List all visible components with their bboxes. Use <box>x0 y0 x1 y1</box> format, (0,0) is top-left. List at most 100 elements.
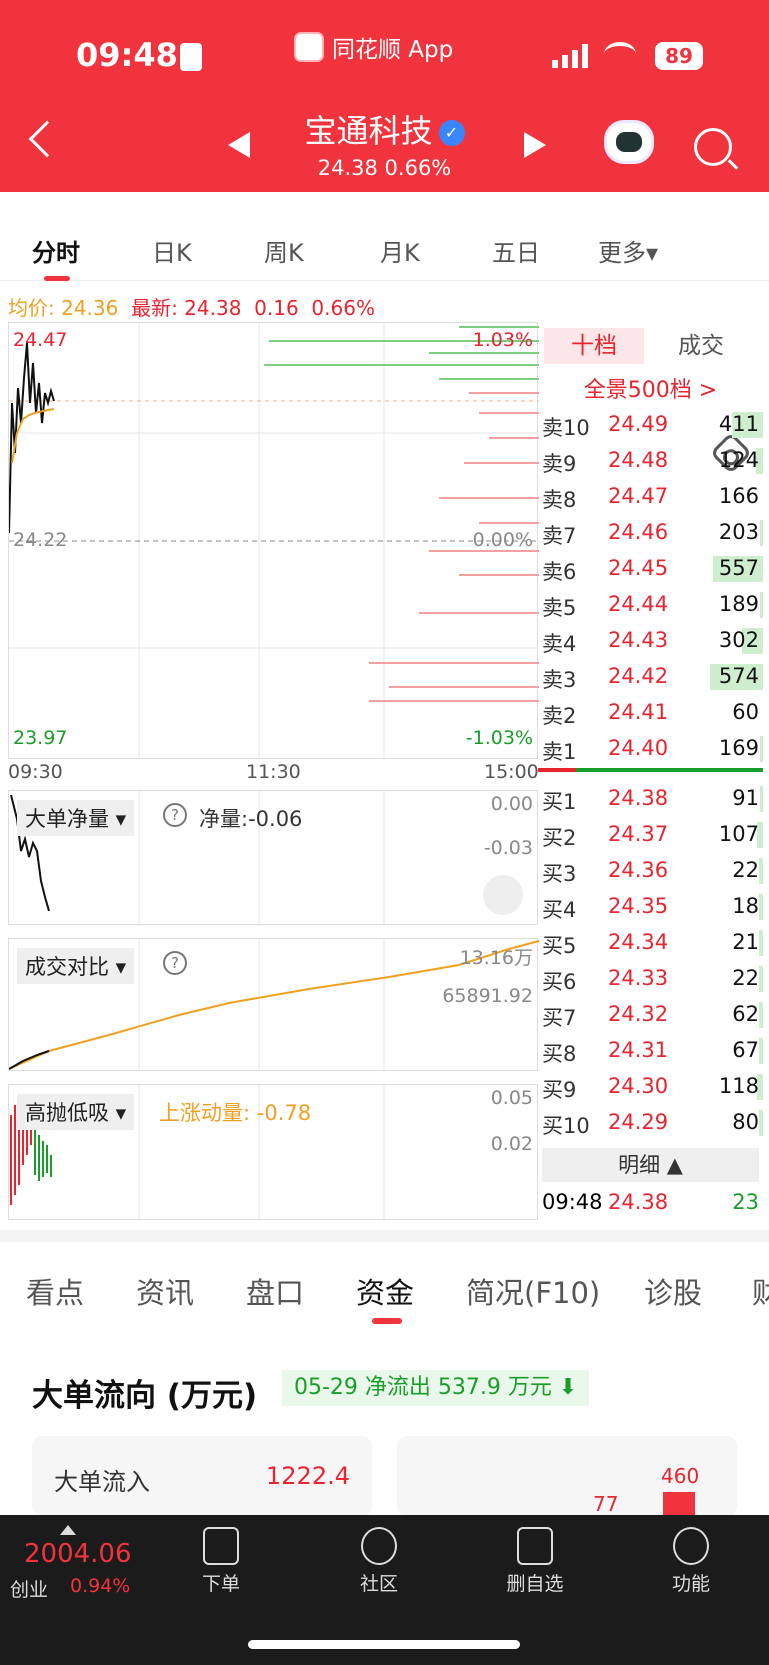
bid-price: 24.37 <box>608 822 669 846</box>
high-sell-low-buy-label[interactable]: 高抛低吸 ▾ <box>17 1094 135 1130</box>
search-icon[interactable] <box>694 128 732 166</box>
index-value[interactable]: 2004.06 <box>24 1539 132 1569</box>
status-time: 09:48 <box>76 36 178 74</box>
tab-finance[interactable]: 财 <box>752 1270 769 1312</box>
big-order-net-label[interactable]: 大单净量 ▾ <box>17 800 135 836</box>
ask-volume: 557 <box>718 556 759 580</box>
robot-assistant-icon[interactable] <box>604 120 654 164</box>
detail-tabs: 看点 资讯 盘口 资金 简况(F10) 诊股 财 <box>0 1242 769 1328</box>
bid-price: 24.36 <box>608 858 669 882</box>
tab-daily-k[interactable]: 日K <box>152 233 192 268</box>
bid-row[interactable]: 买10 24.29 80 <box>538 1104 763 1140</box>
nav-order[interactable]: 下单 <box>166 1527 276 1596</box>
detail-button[interactable]: 明细 ▲ <box>542 1148 759 1182</box>
volume-compare-chart[interactable]: 成交对比 ▾ ? 13.16万 65891.92 <box>8 938 539 1072</box>
ask-row[interactable]: 卖8 24.47 166 <box>538 478 763 514</box>
app-indicator[interactable]: 同花顺 App <box>294 30 453 64</box>
bid-label: 买7 <box>542 1006 577 1030</box>
tab-weekly-k[interactable]: 周K <box>264 233 304 268</box>
bid-price: 24.32 <box>608 1002 669 1026</box>
bid-row[interactable]: 买3 24.36 22 <box>538 852 763 888</box>
intraday-chart[interactable]: 24.47 24.22 23.97 1.03% 0.00% -1.03% <box>8 322 539 760</box>
bid-price: 24.29 <box>608 1110 669 1134</box>
time-mid-label: 11:30 <box>246 761 301 783</box>
tab-diagnosis[interactable]: 诊股 <box>644 1270 702 1312</box>
expand-icon[interactable] <box>483 875 523 915</box>
tab-capital[interactable]: 资金 <box>356 1270 414 1312</box>
bid-row[interactable]: 买4 24.35 18 <box>538 888 763 924</box>
nav-functions[interactable]: 功能 <box>636 1527 746 1596</box>
index-expand-icon[interactable] <box>60 1525 76 1535</box>
tab-more[interactable]: 更多▾ <box>598 233 658 268</box>
signal-icon <box>552 44 592 68</box>
big-order-net-top: 0.00 <box>490 793 533 815</box>
bid-volume-bar <box>759 1038 763 1064</box>
bid-volume-bar <box>760 786 763 812</box>
ask-row[interactable]: 卖3 24.42 574 <box>538 658 763 694</box>
bid-row[interactable]: 买8 24.31 67 <box>538 1032 763 1068</box>
price-change-pct: 0.66% <box>311 296 375 320</box>
ask-row[interactable]: 卖10 24.49 411 <box>538 406 763 442</box>
help-icon[interactable]: ? <box>163 951 187 975</box>
bid-row[interactable]: 买2 24.37 107 <box>538 816 763 852</box>
ask-volume: 189 <box>718 592 759 616</box>
up-momentum-value: 上涨动量: -0.78 <box>159 1101 312 1125</box>
bid-row[interactable]: 买9 24.30 118 <box>538 1068 763 1104</box>
bid-row[interactable]: 买7 24.32 62 <box>538 996 763 1032</box>
bid-volume: 107 <box>718 822 759 846</box>
ask-row[interactable]: 卖2 24.41 60 <box>538 694 763 730</box>
next-stock-icon[interactable] <box>524 132 546 158</box>
tab-news[interactable]: 资讯 <box>136 1270 194 1312</box>
ask-row[interactable]: 卖5 24.44 189 <box>538 586 763 622</box>
tab-highlights[interactable]: 看点 <box>26 1270 84 1312</box>
intraday-chart-svg <box>9 323 539 760</box>
big-order-net-chart[interactable]: 大单净量 ▾ ? 净量:-0.06 0.00 -0.03 <box>8 790 538 926</box>
bid-row[interactable]: 买6 24.33 22 <box>538 960 763 996</box>
tab-trades[interactable]: 成交 <box>678 328 724 364</box>
tab-ten-levels[interactable]: 十档 <box>544 328 644 364</box>
bid-label: 买1 <box>542 790 577 814</box>
nav-community[interactable]: 社区 <box>324 1527 434 1596</box>
inflow-card[interactable]: 大单流入 1222.4 <box>32 1436 372 1516</box>
avg-price-line <box>11 408 55 464</box>
bid-label: 买3 <box>542 862 577 886</box>
app-icon <box>294 32 324 62</box>
ask-label: 卖3 <box>542 668 577 692</box>
ask-row[interactable]: 卖1 24.40 169 <box>538 730 763 766</box>
tab-five-day[interactable]: 五日 <box>492 233 540 268</box>
bid-volume-bar <box>759 1002 763 1028</box>
tab-intraday[interactable]: 分时 <box>32 233 80 268</box>
hslb-second: 0.02 <box>490 1133 533 1155</box>
volume-compare-label[interactable]: 成交对比 ▾ <box>17 948 135 984</box>
stock-price-line: 24.38 0.66% <box>0 156 769 180</box>
inflow-label: 大单流入 <box>54 1468 150 1496</box>
index-name: 创业 <box>10 1579 49 1601</box>
bid-volume-bar <box>759 894 763 920</box>
bid-label: 买8 <box>542 1042 577 1066</box>
tab-handicap[interactable]: 盘口 <box>246 1270 304 1312</box>
full-depth-link[interactable]: 全景500档 > <box>538 372 763 404</box>
bid-volume: 22 <box>732 966 759 990</box>
tab-f10[interactable]: 简况(F10) <box>466 1270 600 1312</box>
bid-volume: 67 <box>732 1038 759 1062</box>
flow-bar-card[interactable]: 460 77 <box>397 1436 737 1516</box>
home-indicator[interactable] <box>248 1640 520 1649</box>
pct-low-label: -1.03% <box>465 727 533 749</box>
ask-row[interactable]: 卖9 24.48 124 <box>538 442 763 478</box>
volume-profile-bars <box>264 326 539 702</box>
tab-monthly-k[interactable]: 月K <box>380 233 420 268</box>
ask-volume: 411 <box>718 412 759 436</box>
help-icon[interactable]: ? <box>163 803 187 827</box>
ask-label: 卖9 <box>542 452 577 476</box>
ask-row[interactable]: 卖4 24.43 302 <box>538 622 763 658</box>
high-sell-low-buy-chart[interactable]: 高抛低吸 ▾ 上涨动量: -0.78 0.05 0.02 <box>8 1084 538 1221</box>
bar-b-value: 77 <box>593 1492 619 1516</box>
nav-remove-watchlist[interactable]: 删自选 <box>480 1527 590 1596</box>
bid-row[interactable]: 买5 24.34 21 <box>538 924 763 960</box>
order-book-divider <box>538 768 763 772</box>
bid-volume: 22 <box>732 858 759 882</box>
ask-row[interactable]: 卖7 24.46 203 <box>538 514 763 550</box>
bid-row[interactable]: 买1 24.38 91 <box>538 780 763 816</box>
ask-row[interactable]: 卖6 24.45 557 <box>538 550 763 586</box>
bid-volume: 80 <box>732 1110 759 1134</box>
